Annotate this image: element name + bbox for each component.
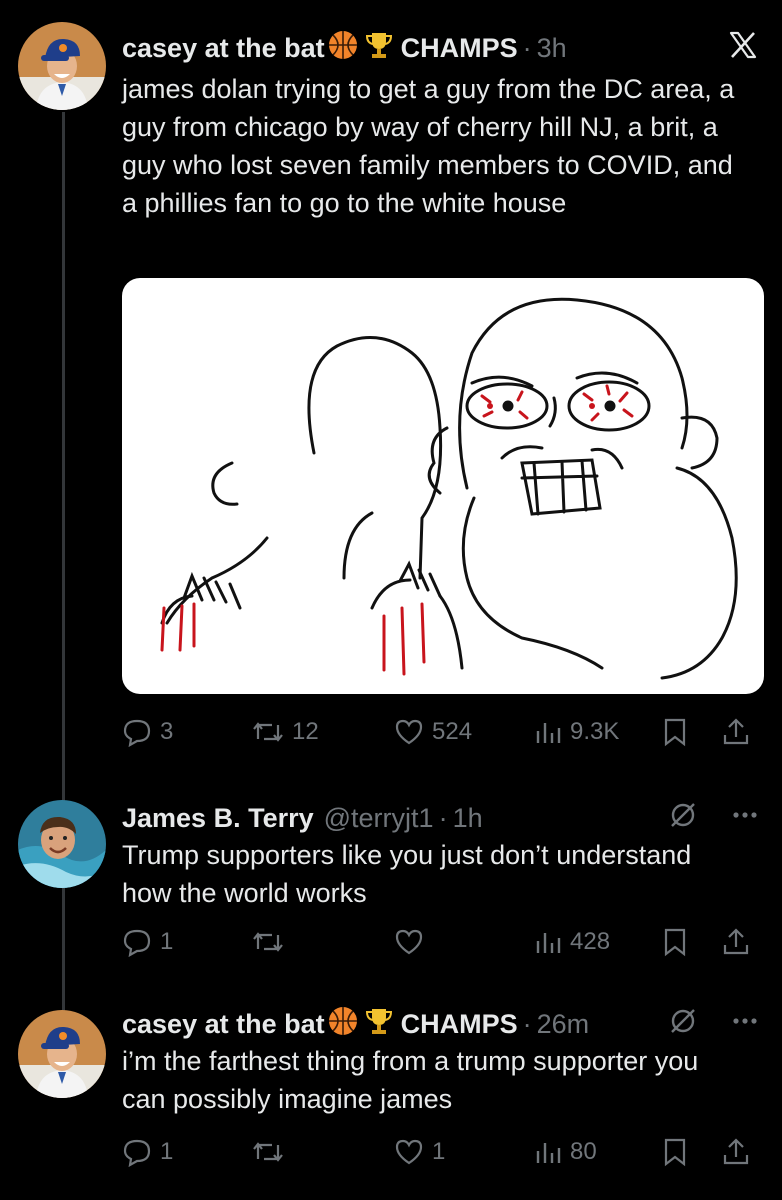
views-button[interactable]: 9.3K <box>534 712 619 752</box>
views-button[interactable]: 80 <box>534 1132 597 1172</box>
like-button[interactable] <box>394 922 432 962</box>
more-icon[interactable] <box>732 800 758 837</box>
action-bar: 1 1 80 <box>122 1132 758 1172</box>
separator-dot: · <box>522 1008 532 1039</box>
avatar[interactable] <box>18 1010 106 1098</box>
badge-text: CHAMPS <box>400 32 518 63</box>
tweet-text: Trump supporters like you just don’t und… <box>122 840 692 908</box>
basketball-icon <box>327 29 359 68</box>
like-button[interactable]: 1 <box>394 1132 445 1172</box>
views-button[interactable]: 428 <box>534 922 610 962</box>
bookmark-icon <box>662 1137 688 1167</box>
like-count: 1 <box>432 1138 446 1165</box>
share-button[interactable] <box>722 712 750 752</box>
bookmark-button[interactable] <box>662 1132 688 1172</box>
reply-icon <box>122 1137 152 1167</box>
more-icon[interactable] <box>732 1006 758 1043</box>
share-icon <box>722 1137 750 1167</box>
like-button[interactable]: 524 <box>394 712 472 752</box>
mute-icon[interactable] <box>668 800 698 837</box>
reply-count: 1 <box>160 928 174 955</box>
timestamp[interactable]: 1h <box>453 803 483 834</box>
tweet-text: i’m the farthest thing from a trump supp… <box>122 1046 699 1114</box>
share-icon <box>722 927 750 957</box>
tweet-image[interactable] <box>122 278 764 694</box>
repost-count: 12 <box>292 718 319 745</box>
display-name[interactable]: James B. Terry <box>122 803 314 834</box>
tweet-header: casey at the bat CHAMPS · 3h <box>122 28 758 68</box>
repost-button[interactable] <box>252 922 292 962</box>
reply-icon <box>122 927 152 957</box>
share-icon <box>722 717 750 747</box>
badge-text: CHAMPS <box>400 1008 518 1039</box>
reply-button[interactable]: 3 <box>122 712 173 752</box>
heart-icon <box>394 927 424 957</box>
heart-icon <box>394 1137 424 1167</box>
tweet-text: james dolan trying to get a guy from the… <box>122 74 735 218</box>
bookmark-icon <box>662 717 688 747</box>
repost-icon <box>252 717 284 747</box>
share-button[interactable] <box>722 1132 750 1172</box>
header-actions <box>668 798 758 838</box>
action-bar: 1 428 <box>122 922 758 962</box>
reply-button[interactable]: 1 <box>122 1132 173 1172</box>
bookmark-icon <box>662 927 688 957</box>
tweet-header: casey at the bat CHAMPS · 26m <box>122 1004 758 1044</box>
separator-dot: · <box>438 802 448 833</box>
tweet[interactable]: casey at the bat CHAMPS · 3h james dolan… <box>0 0 782 780</box>
header-actions <box>728 28 758 68</box>
bookmark-button[interactable] <box>662 712 688 752</box>
reply-icon <box>122 717 152 747</box>
display-name[interactable]: casey at the bat <box>122 1009 325 1040</box>
reply-count: 1 <box>160 1138 174 1165</box>
views-icon <box>534 1137 562 1167</box>
basketball-icon <box>327 1005 359 1044</box>
mute-icon[interactable] <box>668 1006 698 1043</box>
timestamp[interactable]: 26m <box>537 1009 590 1040</box>
views-icon <box>534 717 562 747</box>
avatar[interactable] <box>18 22 106 110</box>
repost-icon <box>252 1137 284 1167</box>
views-icon <box>534 927 562 957</box>
repost-button[interactable]: 12 <box>252 712 319 752</box>
display-name[interactable]: casey at the bat <box>122 33 325 64</box>
header-actions <box>668 1004 758 1044</box>
view-count: 80 <box>570 1138 597 1165</box>
reply-button[interactable]: 1 <box>122 922 173 962</box>
separator-dot: · <box>522 32 532 63</box>
handle[interactable]: @terryjt1 <box>324 803 434 834</box>
reply-count: 3 <box>160 718 174 745</box>
view-count: 428 <box>570 928 611 955</box>
x-logo-icon[interactable] <box>728 30 758 67</box>
tweet[interactable]: casey at the bat CHAMPS · 26m i’m the fa… <box>0 990 782 1200</box>
repost-icon <box>252 927 284 957</box>
tweet-header: James B. Terry @terryjt1 · 1h <box>122 798 758 838</box>
trophy-icon <box>363 1005 395 1044</box>
heart-icon <box>394 717 424 747</box>
bookmark-button[interactable] <box>662 922 688 962</box>
repost-button[interactable] <box>252 1132 292 1172</box>
trophy-icon <box>363 29 395 68</box>
action-bar: 3 12 524 9.3K <box>122 712 758 752</box>
timestamp[interactable]: 3h <box>537 33 567 64</box>
avatar[interactable] <box>18 800 106 888</box>
tweet[interactable]: James B. Terry @terryjt1 · 1h Trump supp… <box>0 780 782 980</box>
share-button[interactable] <box>722 922 750 962</box>
like-count: 524 <box>432 718 473 745</box>
view-count: 9.3K <box>570 718 620 745</box>
